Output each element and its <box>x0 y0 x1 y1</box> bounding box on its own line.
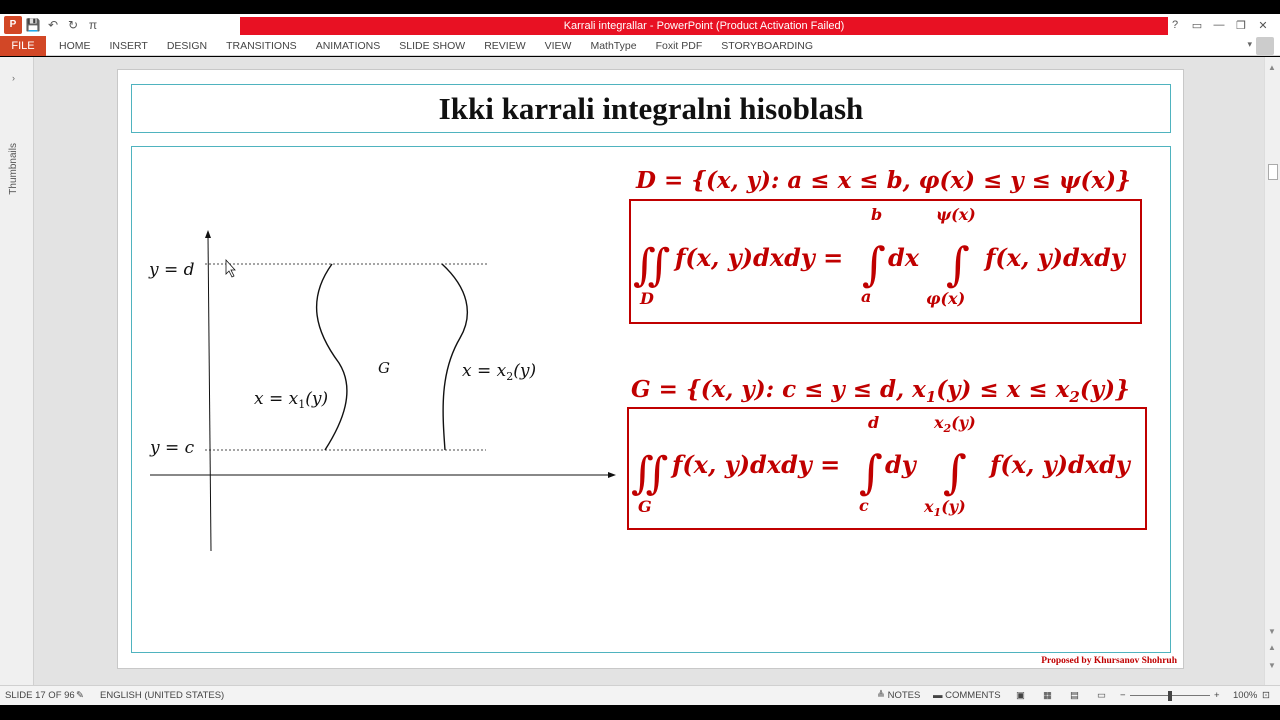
status-bar: SLIDE 17 OF 96 ✎ ENGLISH (UNITED STATES)… <box>0 685 1280 705</box>
zoom-out-button[interactable]: − <box>1120 690 1126 701</box>
language-indicator[interactable]: ENGLISH (UNITED STATES) <box>100 690 224 701</box>
reading-view-icon[interactable]: ▤ <box>1070 690 1079 701</box>
inner-integral-sign-2: ∫ <box>943 445 967 499</box>
label-left-curve: x = x1(y) <box>254 389 328 411</box>
outer-lower-c: c <box>859 496 869 515</box>
outer-differential-dy: dy <box>885 450 918 479</box>
region-D-subscript: D <box>639 289 654 308</box>
help-icon[interactable]: ? <box>1164 19 1186 31</box>
outer-upper-b: b <box>871 205 882 224</box>
restore-button[interactable]: ❐ <box>1230 19 1252 32</box>
ribbon-tabs: FILE HOME INSERT DESIGN TRANSITIONS ANIM… <box>0 35 1280 56</box>
integrand-2: f(x, y)dxdy <box>988 450 1132 479</box>
zoom-in-button[interactable]: + <box>1214 690 1220 701</box>
next-slide-icon[interactable]: ▼ <box>1268 661 1276 670</box>
save-icon[interactable]: 💾 <box>24 16 42 34</box>
lhs-2: f(x, y)dxdy = <box>670 450 840 479</box>
editing-workspace: › Thumbnails Ikki karrali integralni his… <box>0 57 1280 685</box>
window-title: Karrali integrallar - PowerPoint (Produc… <box>240 17 1168 35</box>
region-G-subscript: G <box>638 497 652 516</box>
tab-design[interactable]: DESIGN <box>157 36 216 56</box>
thumbnails-label[interactable]: Thumbnails <box>8 143 19 195</box>
inner-upper-psi: ψ(x) <box>936 205 976 224</box>
outer-integral-sign-1: ∫ <box>862 237 886 291</box>
tab-storyboarding[interactable]: STORYBOARDING <box>712 36 823 56</box>
label-y-equals-c: y = c <box>149 438 195 458</box>
chevron-down-icon[interactable]: ▾ <box>1247 39 1252 50</box>
formula-1: ∬ f(x, y)dxdy = D ∫ b a dx ∫ ψ(x) φ(x) f… <box>633 205 1127 308</box>
close-button[interactable]: ✕ <box>1252 19 1274 32</box>
scroll-up-icon[interactable]: ▲ <box>1268 63 1276 72</box>
slide-sorter-icon[interactable]: ▦ <box>1043 690 1052 701</box>
ribbon-display-icon[interactable]: ▭ <box>1186 19 1208 32</box>
fit-slide-icon[interactable]: ⊡ <box>1262 690 1270 701</box>
notes-button[interactable]: ≜ NOTES <box>877 690 920 701</box>
powerpoint-window: P 💾 ↶ ↻ π Karrali integrallar - PowerPoi… <box>0 0 1280 720</box>
inner-upper-x2: x2(y) <box>933 413 976 435</box>
slide-counter[interactable]: SLIDE 17 OF 96 <box>5 690 75 701</box>
slide-canvas[interactable]: Ikki karrali integralni hisoblash y = d … <box>117 69 1184 669</box>
domain-G-definition: G = {(x, y): c ≤ y ≤ d, x1(y) ≤ x ≤ x2(y… <box>631 376 1130 406</box>
mathtype-pi-icon[interactable]: π <box>84 16 102 34</box>
comments-button[interactable]: ▬ COMMENTS <box>933 690 1001 701</box>
vertical-scrollbar[interactable]: ▲ ▼ ▲ ▼ <box>1264 57 1280 685</box>
account-avatar[interactable] <box>1256 37 1274 55</box>
inner-lower-phi: φ(x) <box>926 289 965 308</box>
tab-foxit-pdf[interactable]: Foxit PDF <box>646 36 712 56</box>
formula-2: ∬ f(x, y)dxdy = G ∫ d c dy ∫ x2(y) x1(y)… <box>631 413 1132 519</box>
outer-differential-dx: dx <box>888 243 920 272</box>
tab-mathtype[interactable]: MathType <box>581 36 646 56</box>
quick-access-toolbar: P 💾 ↶ ↻ π <box>0 14 102 36</box>
double-integral-sign-2: ∬ <box>631 448 668 499</box>
thumbnails-pane-collapsed[interactable]: › Thumbnails <box>0 57 34 685</box>
mouse-cursor-icon <box>225 258 236 278</box>
tab-animations[interactable]: ANIMATIONS <box>306 36 390 56</box>
tab-view[interactable]: VIEW <box>535 36 581 56</box>
label-region-G: G <box>378 359 390 377</box>
outer-integral-sign-2: ∫ <box>859 445 883 499</box>
zoom-level[interactable]: 100% <box>1233 690 1257 701</box>
undo-icon[interactable]: ↶ <box>44 16 62 34</box>
powerpoint-app-icon[interactable]: P <box>4 16 22 34</box>
tab-file[interactable]: FILE <box>0 35 46 56</box>
inner-integral-sign-1: ∫ <box>946 237 970 291</box>
inner-lower-x1: x1(y) <box>923 497 966 519</box>
redo-icon[interactable]: ↻ <box>64 16 82 34</box>
domain-D-definition: D = {(x, y): a ≤ x ≤ b, φ(x) ≤ y ≤ ψ(x)} <box>635 167 1131 194</box>
scrollbar-thumb[interactable] <box>1268 164 1278 180</box>
lhs-1: f(x, y)dxdy = <box>673 243 843 272</box>
previous-slide-icon[interactable]: ▲ <box>1268 643 1276 652</box>
label-right-curve: x = x2(y) <box>462 361 536 383</box>
curve-x2 <box>441 263 468 451</box>
spellcheck-icon[interactable]: ✎ <box>76 690 84 701</box>
tab-slide-show[interactable]: SLIDE SHOW <box>390 36 475 56</box>
zoom-slider-handle[interactable] <box>1168 691 1172 701</box>
scroll-down-icon[interactable]: ▼ <box>1268 627 1276 636</box>
window-controls: ? ▭ — ❐ ✕ <box>1164 14 1274 36</box>
outer-upper-d: d <box>868 413 879 432</box>
normal-view-icon[interactable]: ▣ <box>1016 690 1025 701</box>
outer-lower-a: a <box>861 287 871 306</box>
curve-x1 <box>315 263 348 451</box>
tab-home[interactable]: HOME <box>46 36 100 56</box>
author-credit: Proposed by Khursanov Shohruh <box>1041 656 1177 666</box>
coordinate-axes <box>150 230 616 552</box>
tab-insert[interactable]: INSERT <box>100 36 157 56</box>
title-bar: P 💾 ↶ ↻ π Karrali integrallar - PowerPoi… <box>0 14 1280 36</box>
slide-graphics: y = d y = c G x = x1(y) x = x2(y) D = {(… <box>148 167 1147 552</box>
slide-show-icon[interactable]: ▭ <box>1097 690 1106 701</box>
tab-review[interactable]: REVIEW <box>475 36 535 56</box>
minimize-button[interactable]: — <box>1208 19 1230 31</box>
integrand-1: f(x, y)dxdy <box>983 243 1127 272</box>
label-y-equals-d: y = d <box>148 260 195 280</box>
expand-thumbnails-icon[interactable]: › <box>12 73 15 83</box>
tab-transitions[interactable]: TRANSITIONS <box>217 36 307 56</box>
double-integral-sign-1: ∬ <box>633 240 670 291</box>
